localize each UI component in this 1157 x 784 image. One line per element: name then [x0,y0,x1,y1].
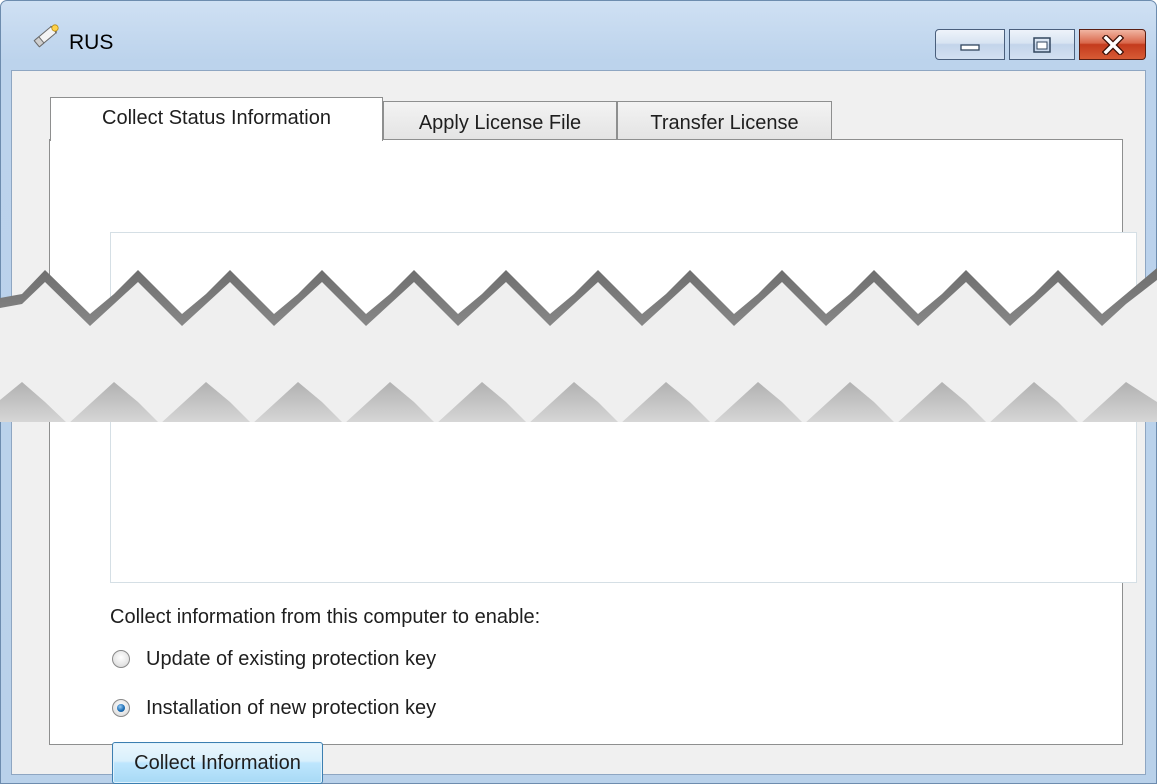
option-install-new-key[interactable]: Installation of new protection key [112,695,436,721]
minimize-icon [960,43,980,51]
radio-label: Installation of new protection key [146,696,437,719]
key-pencil-icon [33,24,59,48]
maximize-icon [1033,36,1051,53]
tab-collect-status-information[interactable]: Collect Status Information [50,97,383,141]
minimize-button[interactable] [935,29,1005,60]
window-title: RUS [69,31,114,54]
torn-edge-band [0,268,1157,422]
collect-prompt: Collect information from this computer t… [110,606,541,628]
radio-install-new-key[interactable] [112,699,130,717]
tab-apply-license-file[interactable]: Apply License File [383,101,617,140]
tab-label: Transfer License [650,112,799,134]
close-button[interactable] [1079,29,1146,60]
tab-transfer-license[interactable]: Transfer License [617,101,832,140]
radio-label: Update of existing protection key [146,647,437,670]
tab-label: Collect Status Information [102,107,331,129]
radio-update-existing-key[interactable] [112,650,130,668]
close-icon [1101,34,1124,55]
option-update-existing-key[interactable]: Update of existing protection key [112,646,436,672]
title-bar[interactable]: RUS [1,1,1156,61]
maximize-button[interactable] [1009,29,1075,60]
collect-information-button[interactable]: Collect Information [112,742,323,784]
tab-panel-collect-status: Collect information from this computer t… [49,139,1137,784]
tab-label: Apply License File [418,112,582,134]
client-area: Collect Status Information Apply License… [11,70,1146,784]
